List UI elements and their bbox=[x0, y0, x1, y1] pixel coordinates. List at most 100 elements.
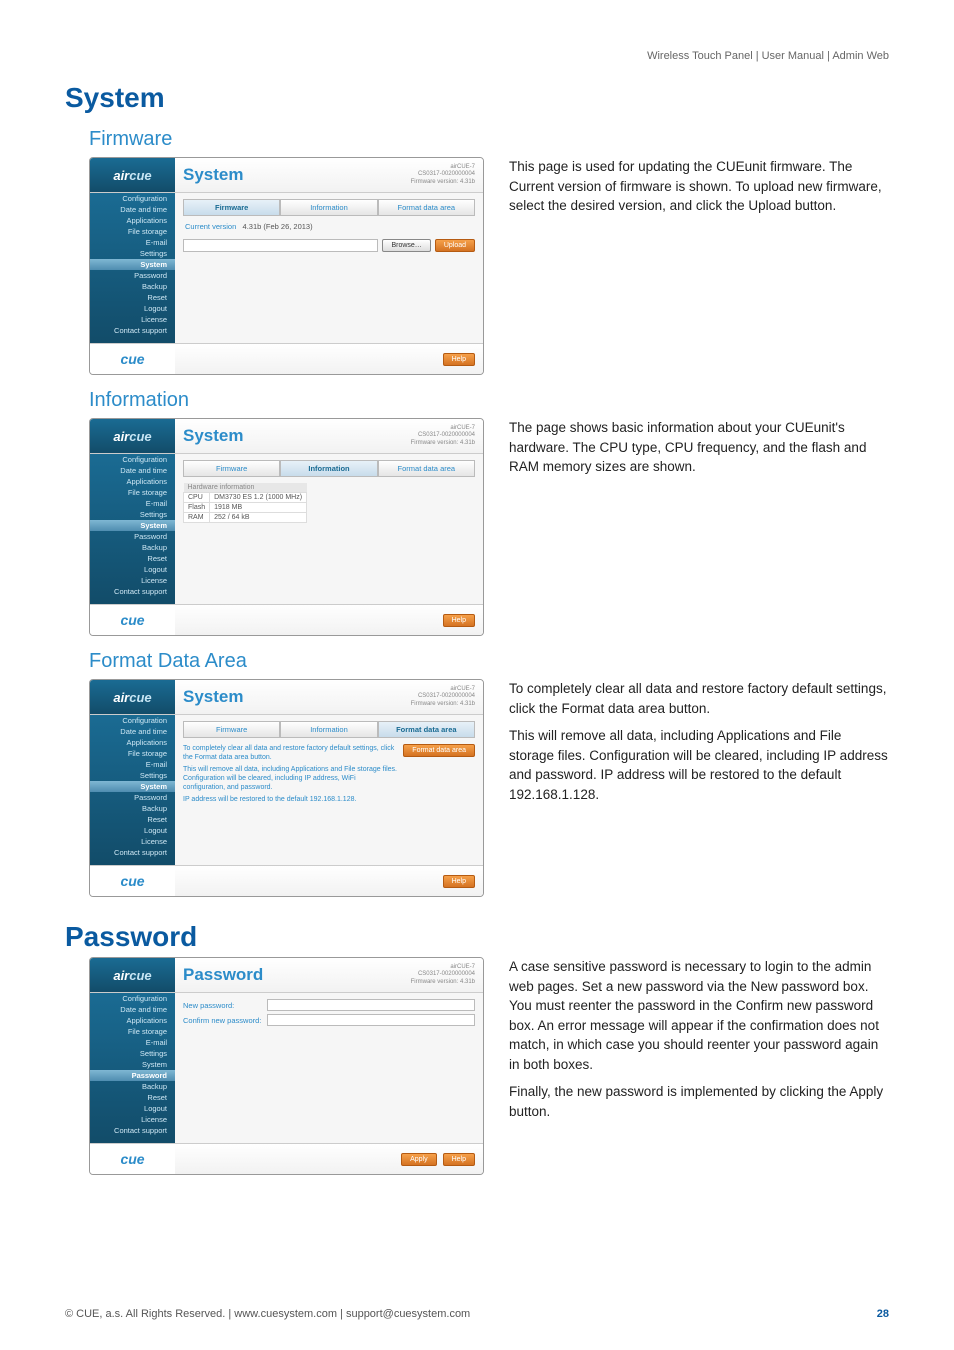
sidebar-item-system[interactable]: System bbox=[90, 520, 175, 531]
screenshot-format: aircue System airCUE-7CS0317-0020000004F… bbox=[89, 679, 484, 897]
sidebar-item[interactable]: Settings bbox=[90, 248, 175, 259]
sidebar: Configuration Date and time Applications… bbox=[90, 454, 175, 604]
sidebar-item[interactable]: Backup bbox=[90, 1081, 175, 1092]
sidebar-item[interactable]: Date and time bbox=[90, 1004, 175, 1015]
apply-button[interactable]: Apply bbox=[401, 1153, 437, 1166]
page-number: 28 bbox=[877, 1308, 889, 1320]
hardware-info-table: Hardware information CPUDM3730 ES 1.2 (1… bbox=[183, 483, 307, 523]
tab-information[interactable]: Information bbox=[280, 199, 377, 216]
help-button[interactable]: Help bbox=[443, 875, 475, 888]
panel-title: System bbox=[183, 165, 243, 185]
sidebar-item[interactable]: Backup bbox=[90, 542, 175, 553]
sidebar-item[interactable]: License bbox=[90, 314, 175, 325]
sidebar-item[interactable]: E-mail bbox=[90, 759, 175, 770]
tab-firmware[interactable]: Firmware bbox=[183, 721, 280, 738]
browse-button[interactable]: Browse… bbox=[382, 239, 430, 252]
sidebar-item[interactable]: Password bbox=[90, 792, 175, 803]
help-button[interactable]: Help bbox=[443, 353, 475, 366]
curver-value: 4.31b (Feb 26, 2013) bbox=[243, 222, 313, 231]
sidebar-item[interactable]: License bbox=[90, 575, 175, 586]
tab-format[interactable]: Format data area bbox=[378, 460, 475, 477]
sidebar-item-password[interactable]: Password bbox=[90, 1070, 175, 1081]
sidebar-item-system[interactable]: System bbox=[90, 781, 175, 792]
help-button[interactable]: Help bbox=[443, 1153, 475, 1166]
curver-label: Current version bbox=[185, 222, 236, 231]
sidebar-item[interactable]: Backup bbox=[90, 803, 175, 814]
format-description: To completely clear all data and restore… bbox=[509, 679, 889, 718]
sidebar-item[interactable]: File storage bbox=[90, 487, 175, 498]
sidebar-item[interactable]: Date and time bbox=[90, 726, 175, 737]
tab-firmware[interactable]: Firmware bbox=[183, 199, 280, 216]
format-data-area-button[interactable]: Format data area bbox=[403, 744, 475, 757]
sidebar-item[interactable]: Reset bbox=[90, 553, 175, 564]
sidebar-item[interactable]: Applications bbox=[90, 1015, 175, 1026]
panel-meta: airCUE-7CS0317-0020000004Firmware versio… bbox=[411, 686, 475, 708]
sidebar-item[interactable]: Configuration bbox=[90, 193, 175, 204]
information-description: The page shows basic information about y… bbox=[509, 418, 889, 477]
sidebar-item[interactable]: File storage bbox=[90, 226, 175, 237]
sidebar-item[interactable]: License bbox=[90, 1114, 175, 1125]
tab-format[interactable]: Format data area bbox=[378, 199, 475, 216]
logo-aircue: aircue bbox=[90, 419, 175, 453]
tab-information[interactable]: Information bbox=[280, 721, 377, 738]
sidebar-item[interactable]: Configuration bbox=[90, 454, 175, 465]
footer-left: © CUE, a.s. All Rights Reserved. | www.c… bbox=[65, 1308, 470, 1320]
logo-cue: cue bbox=[90, 866, 175, 896]
upload-button[interactable]: Upload bbox=[435, 239, 475, 252]
sidebar-item[interactable]: Contact support bbox=[90, 1125, 175, 1136]
sidebar-item[interactable]: Contact support bbox=[90, 586, 175, 597]
new-password-input[interactable] bbox=[267, 999, 475, 1011]
panel-meta: airCUE-7CS0317-0020000004Firmware versio… bbox=[411, 425, 475, 447]
sidebar-item[interactable]: Logout bbox=[90, 564, 175, 575]
sidebar-item[interactable]: Password bbox=[90, 531, 175, 542]
sidebar-item[interactable]: License bbox=[90, 836, 175, 847]
sidebar-item[interactable]: Contact support bbox=[90, 325, 175, 336]
sidebar-item[interactable]: Settings bbox=[90, 770, 175, 781]
panel-meta: airCUE-7CS0317-0020000004Firmware versio… bbox=[411, 964, 475, 986]
sidebar-item[interactable]: Applications bbox=[90, 476, 175, 487]
confirm-password-input[interactable] bbox=[267, 1014, 475, 1026]
sidebar-item[interactable]: System bbox=[90, 1059, 175, 1070]
format-text: To completely clear all data and restore… bbox=[183, 744, 397, 762]
file-input[interactable] bbox=[183, 239, 378, 252]
sidebar-item[interactable]: Backup bbox=[90, 281, 175, 292]
sidebar-item[interactable]: Reset bbox=[90, 1092, 175, 1103]
sidebar: Configuration Date and time Applications… bbox=[90, 193, 175, 343]
sidebar-item[interactable]: Logout bbox=[90, 303, 175, 314]
logo-cue: cue bbox=[90, 605, 175, 635]
tab-information[interactable]: Information bbox=[280, 460, 377, 477]
sidebar-item-system[interactable]: System bbox=[90, 259, 175, 270]
subheading-format: Format Data Area bbox=[89, 650, 889, 673]
sidebar-item[interactable]: Applications bbox=[90, 737, 175, 748]
tab-firmware[interactable]: Firmware bbox=[183, 460, 280, 477]
subheading-firmware: Firmware bbox=[89, 128, 889, 151]
sidebar-item[interactable]: Password bbox=[90, 270, 175, 281]
format-text: This will remove all data, including App… bbox=[183, 765, 397, 792]
sidebar: Configuration Date and time Applications… bbox=[90, 993, 175, 1143]
format-text: IP address will be restored to the defau… bbox=[183, 795, 397, 804]
sidebar-item[interactable]: File storage bbox=[90, 1026, 175, 1037]
sidebar-item[interactable]: Logout bbox=[90, 1103, 175, 1114]
sidebar-item[interactable]: File storage bbox=[90, 748, 175, 759]
sidebar-item[interactable]: Settings bbox=[90, 509, 175, 520]
sidebar-item[interactable]: Applications bbox=[90, 215, 175, 226]
screenshot-information: aircue System airCUE-7CS0317-0020000004F… bbox=[89, 418, 484, 636]
sidebar-item[interactable]: E-mail bbox=[90, 237, 175, 248]
sidebar-item[interactable]: E-mail bbox=[90, 498, 175, 509]
format-description: This will remove all data, including App… bbox=[509, 726, 889, 804]
sidebar-item[interactable]: Logout bbox=[90, 825, 175, 836]
sidebar-item[interactable]: Configuration bbox=[90, 993, 175, 1004]
sidebar-item[interactable]: Configuration bbox=[90, 715, 175, 726]
panel-meta: airCUE-7CS0317-0020000004Firmware versio… bbox=[411, 164, 475, 186]
sidebar-item[interactable]: Contact support bbox=[90, 847, 175, 858]
page-header: Wireless Touch Panel | User Manual | Adm… bbox=[65, 50, 889, 62]
sidebar-item[interactable]: Date and time bbox=[90, 204, 175, 215]
screenshot-password: aircue Password airCUE-7CS0317-002000000… bbox=[89, 957, 484, 1175]
tab-format[interactable]: Format data area bbox=[378, 721, 475, 738]
sidebar-item[interactable]: Reset bbox=[90, 814, 175, 825]
help-button[interactable]: Help bbox=[443, 614, 475, 627]
sidebar-item[interactable]: Date and time bbox=[90, 465, 175, 476]
sidebar-item[interactable]: Settings bbox=[90, 1048, 175, 1059]
sidebar-item[interactable]: E-mail bbox=[90, 1037, 175, 1048]
sidebar-item[interactable]: Reset bbox=[90, 292, 175, 303]
